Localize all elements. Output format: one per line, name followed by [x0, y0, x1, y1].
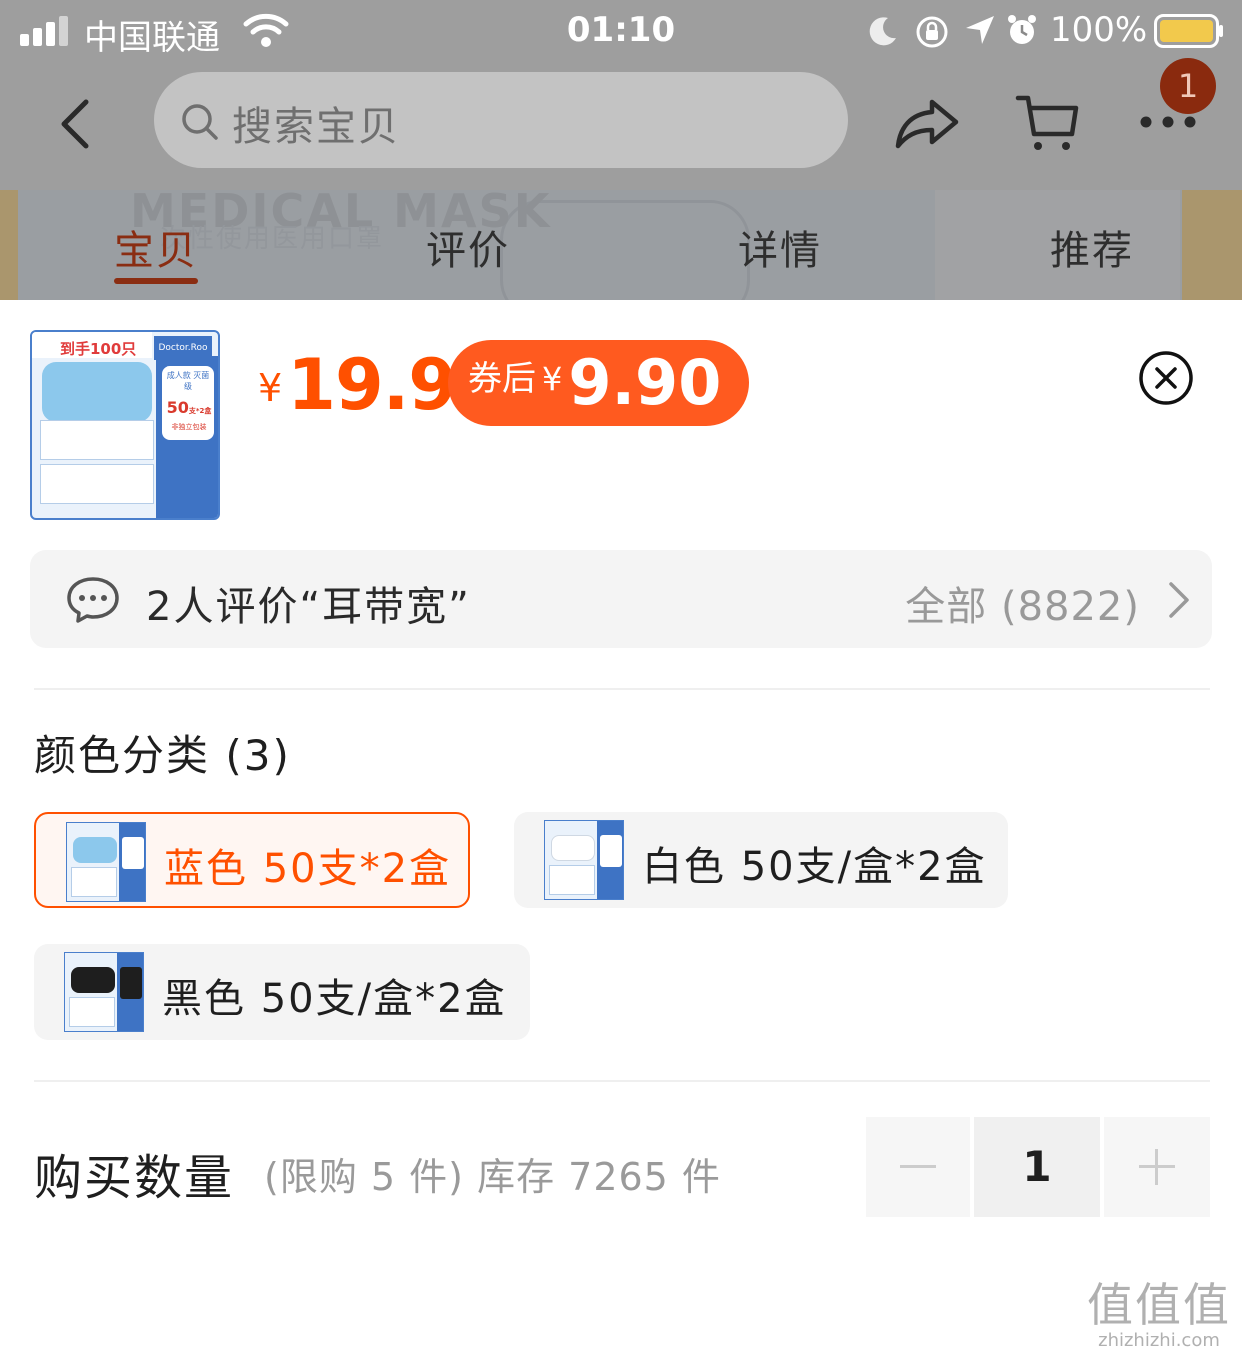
- color-option-blue[interactable]: 蓝色 50支*2盒: [34, 812, 470, 908]
- price: ¥ 19.9: [258, 344, 457, 426]
- increment-button[interactable]: [1104, 1117, 1210, 1217]
- coupon-label: 券后: [468, 359, 536, 399]
- all-reviews-link[interactable]: 全部 (8822): [905, 574, 1140, 632]
- option-label: 白色 50支/盒*2盒: [642, 844, 987, 890]
- tab-reviews[interactable]: 评价: [426, 218, 510, 276]
- search-icon: [182, 104, 218, 140]
- thumb-brand: Doctor.Roo 袋鼠医生: [154, 336, 212, 377]
- divider: [34, 1080, 1210, 1082]
- option-thumbnail: [544, 820, 624, 900]
- sku-sheet: 到手100只 Doctor.Roo 袋鼠医生 成人款 灭菌级 50支*2盒 非独…: [0, 300, 1242, 1355]
- option-thumbnail: [66, 822, 146, 902]
- tab-bar: 宝贝 评价 详情 推荐: [0, 212, 1242, 292]
- close-icon[interactable]: [1138, 350, 1194, 406]
- background-page: MEDICAL MASK 次性使用医用口罩 中国联通 01:10 100% 搜索…: [0, 0, 1242, 300]
- quantity-stepper: 1: [866, 1117, 1210, 1217]
- product-thumbnail[interactable]: 到手100只 Doctor.Roo 袋鼠医生 成人款 灭菌级 50支*2盒 非独…: [30, 330, 220, 520]
- coupon-price-badge: 券后 ¥9.90: [448, 340, 750, 426]
- divider: [34, 688, 1210, 690]
- tab-recommend[interactable]: 推荐: [1050, 218, 1134, 276]
- notification-badge: 1: [1160, 58, 1216, 114]
- review-summary-text: 2人评价“耳带宽”: [146, 584, 471, 630]
- alarm-icon: [1008, 15, 1036, 44]
- color-option-black[interactable]: 黑色 50支/盒*2盒: [34, 944, 530, 1040]
- coupon-price: 9.90: [568, 346, 722, 419]
- minus-icon: [900, 1165, 936, 1168]
- thumb-banner: 到手100只: [60, 340, 137, 358]
- option-label: 蓝色 50支*2盒: [164, 846, 452, 892]
- price-value: 19.9: [287, 344, 457, 426]
- search-input[interactable]: 搜索宝贝: [154, 72, 848, 168]
- watermark-logo: 值值值: [1087, 1278, 1231, 1332]
- share-icon[interactable]: [894, 96, 960, 152]
- orientation-lock-icon: [916, 16, 948, 48]
- quantity-label: 购买数量: [34, 1150, 235, 1206]
- location-icon: [966, 16, 994, 44]
- thumb-card-num: 50支*2盒: [166, 398, 212, 417]
- color-option-white[interactable]: 白色 50支/盒*2盒: [514, 812, 1008, 908]
- thumb-card-title: 成人款 灭菌级: [166, 371, 210, 391]
- watermark: 值值值 zhizhizhi.com: [1084, 1279, 1234, 1351]
- search-placeholder: 搜索宝贝: [232, 104, 400, 150]
- quantity-value[interactable]: 1: [974, 1117, 1100, 1217]
- color-section-title: 颜色分类 (3): [34, 731, 291, 780]
- cart-icon[interactable]: [1014, 90, 1080, 156]
- price-currency: ¥: [258, 366, 283, 410]
- status-bar: 中国联通 01:10 100%: [0, 0, 1242, 64]
- tab-underline: [114, 278, 198, 284]
- option-label: 黑色 50支/盒*2盒: [162, 976, 507, 1022]
- battery-percent: 100%: [1050, 10, 1148, 50]
- quantity-note: (限购 5 件) 库存 7265 件: [264, 1155, 721, 1199]
- chevron-right-icon: [1169, 582, 1189, 618]
- nav-bar: 搜索宝贝 1: [0, 58, 1242, 176]
- tab-details[interactable]: 详情: [738, 218, 822, 276]
- coupon-currency: ¥: [542, 360, 563, 398]
- option-thumbnail: [64, 952, 144, 1032]
- decrement-button[interactable]: [866, 1117, 970, 1217]
- more-icon[interactable]: [1138, 112, 1198, 132]
- moon-icon: [869, 17, 896, 46]
- review-summary-bar[interactable]: 2人评价“耳带宽” 全部 (8822): [30, 550, 1212, 648]
- tab-item[interactable]: 宝贝: [114, 218, 198, 276]
- watermark-url: zhizhizhi.com: [1098, 1330, 1220, 1351]
- thumb-card-sub: 非独立包装: [171, 423, 207, 431]
- back-icon[interactable]: [56, 96, 96, 152]
- chat-bubble-icon: [67, 577, 119, 623]
- battery-icon: [1154, 14, 1223, 48]
